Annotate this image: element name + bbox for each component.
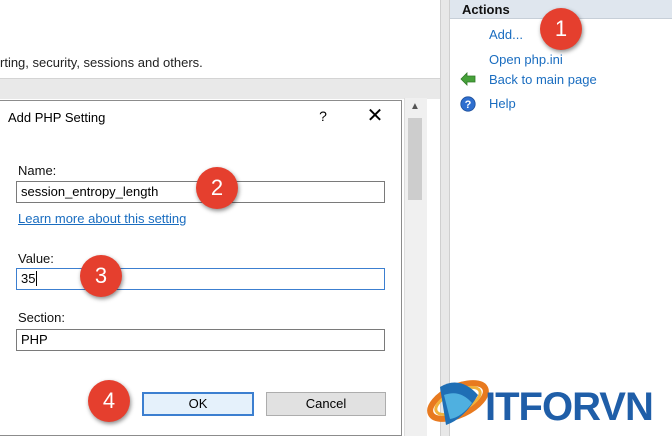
scrollbar-thumb[interactable]: [408, 118, 422, 200]
step-badge-3: 3: [80, 255, 122, 297]
learn-more-link[interactable]: Learn more about this setting: [18, 211, 186, 226]
action-back-to-main-page-link[interactable]: Back to main page: [489, 72, 597, 87]
help-icon: ?: [460, 96, 476, 112]
name-label: Name:: [18, 163, 57, 178]
text-cursor: [36, 271, 38, 286]
action-help-link[interactable]: Help: [489, 96, 516, 111]
action-open-php-ini-link[interactable]: Open php.ini: [489, 52, 563, 67]
step-badge-2: 2: [196, 167, 238, 209]
feature-description: rting, security, sessions and others.: [0, 55, 203, 70]
svg-text:?: ?: [465, 99, 472, 111]
dialog-title: Add PHP Setting: [8, 110, 106, 125]
action-add-link[interactable]: Add...: [489, 27, 523, 42]
step-badge-4: 4: [88, 380, 130, 422]
ok-button[interactable]: OK: [142, 392, 254, 416]
logo-text: ITFORVN: [485, 385, 653, 429]
scroll-up-arrow-icon[interactable]: ▲: [404, 98, 426, 116]
section-label: Section:: [18, 310, 65, 325]
dialog-close-button[interactable]: ✕: [364, 105, 386, 127]
list-header-strip: [0, 78, 440, 99]
value-text: 35: [21, 271, 36, 286]
step-badge-1: 1: [540, 8, 582, 50]
green-back-arrow-icon: [460, 72, 476, 86]
section-input[interactable]: PHP: [16, 329, 385, 351]
cancel-button[interactable]: Cancel: [266, 392, 386, 416]
value-input[interactable]: 35: [16, 268, 385, 290]
dialog-help-button[interactable]: ?: [316, 108, 330, 124]
value-label: Value:: [18, 251, 54, 266]
itforvn-logo: ITFORVN: [427, 380, 654, 429]
